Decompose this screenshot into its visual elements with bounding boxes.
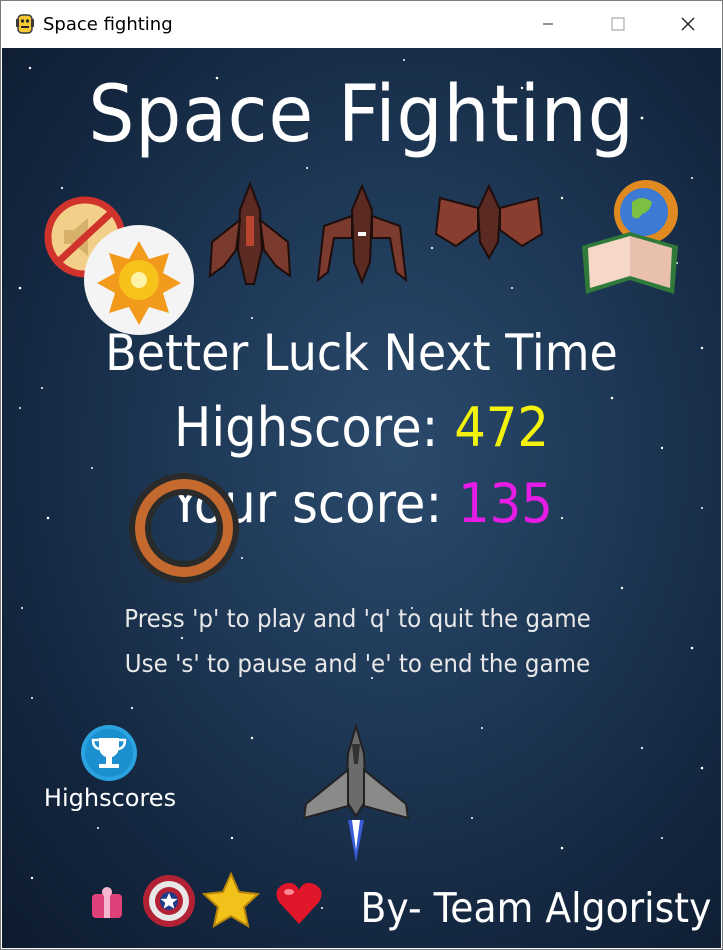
trophy-icon bbox=[81, 725, 137, 781]
minimize-button[interactable] bbox=[513, 1, 583, 47]
enemy-ship-icon bbox=[434, 183, 544, 261]
globe-book-icon bbox=[582, 180, 678, 294]
minimize-icon bbox=[543, 23, 553, 25]
game-over-message: Better Luck Next Time bbox=[105, 324, 618, 382]
instruction-pause-end: Use 's' to pause and 'e' to end the game bbox=[124, 649, 591, 678]
heart-icon bbox=[276, 882, 322, 924]
window-title: Space fighting bbox=[43, 14, 173, 35]
highscores-button[interactable]: Highscores bbox=[42, 724, 178, 814]
app-window: Space fighting Space Fighting Better Luc… bbox=[0, 0, 723, 950]
maximize-icon bbox=[611, 17, 625, 31]
game-title: Space Fighting bbox=[88, 70, 635, 160]
close-icon bbox=[681, 17, 695, 31]
your-score-value: 135 bbox=[458, 472, 553, 535]
gift-icon bbox=[92, 887, 122, 918]
enemy-ship-icon bbox=[208, 181, 292, 285]
game-canvas[interactable]: Space Fighting Better Luck Next Time Hig… bbox=[2, 48, 721, 948]
maximize-button[interactable] bbox=[583, 1, 653, 47]
highscore-value: 472 bbox=[454, 396, 550, 459]
python-icon bbox=[16, 14, 34, 34]
highscore-line: Highscore: 472 bbox=[31, 396, 692, 459]
close-button[interactable] bbox=[653, 1, 722, 47]
enemy-ship-icon bbox=[316, 183, 408, 285]
highscore-label: Highscore: bbox=[173, 396, 455, 459]
star-icon bbox=[202, 872, 260, 928]
smoke-ring-icon bbox=[129, 473, 239, 583]
credit-text: By- Team Algoristy bbox=[360, 884, 711, 932]
highscores-label: Highscores bbox=[43, 784, 177, 812]
explosion-icon bbox=[84, 225, 194, 335]
shield-icon bbox=[143, 875, 195, 927]
player-ship-icon bbox=[302, 724, 410, 862]
instruction-play-quit: Press 'p' to play and 'q' to quit the ga… bbox=[124, 604, 591, 633]
title-bar[interactable]: Space fighting bbox=[1, 1, 722, 47]
